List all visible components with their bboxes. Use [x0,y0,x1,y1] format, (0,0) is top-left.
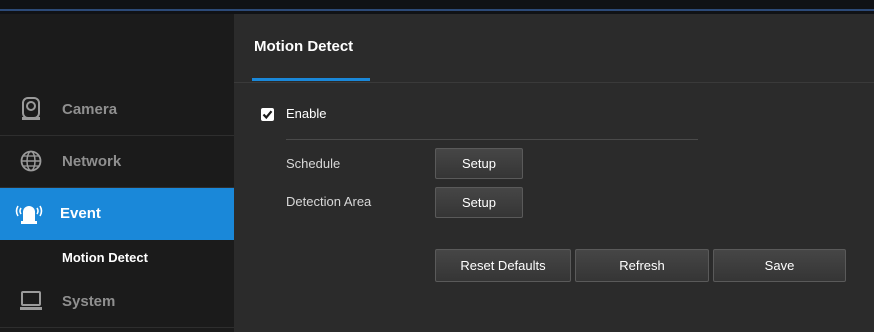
divider [286,139,698,140]
checkmark-icon [262,110,273,120]
top-bar-accent-line [0,9,874,11]
sidebar-item-label: Camera [62,101,118,118]
sidebar-item-system[interactable]: System [0,276,234,328]
system-monitor-icon [20,289,42,313]
reset-defaults-button[interactable]: Reset Defaults [435,249,571,282]
sidebar-item-label: System [62,293,116,310]
detection-area-setup-button[interactable]: Setup [435,187,523,218]
enable-label: Enable [286,106,327,121]
sidebar-subitem-label: Motion Detect [62,250,148,265]
tab-motion-detect[interactable]: Motion Detect [254,38,353,55]
active-tab-underline [252,78,370,81]
camera-icon [20,97,42,121]
save-button[interactable]: Save [713,249,846,282]
enable-checkbox[interactable] [261,108,274,121]
detection-area-label: Detection Area [286,194,372,209]
refresh-button[interactable]: Refresh [575,249,709,282]
schedule-setup-button[interactable]: Setup [435,148,523,179]
main-panel: Motion Detect Enable Schedule Setup Dete… [234,14,874,332]
event-alarm-icon [14,200,44,224]
top-bar [0,0,874,14]
sidebar-item-event[interactable]: Event [0,188,246,240]
sidebar-item-label: Event [60,205,101,222]
sidebar: Camera Network Event Motion Detect Syste… [0,14,246,332]
sidebar-subitem-motion-detect[interactable]: Motion Detect [0,240,234,276]
tab-header: Motion Detect [234,14,874,83]
sidebar-item-camera[interactable]: Camera [0,84,234,136]
sidebar-item-label: Network [62,153,122,170]
sidebar-item-network[interactable]: Network [0,136,234,188]
schedule-label: Schedule [286,156,341,171]
network-icon [20,149,42,173]
